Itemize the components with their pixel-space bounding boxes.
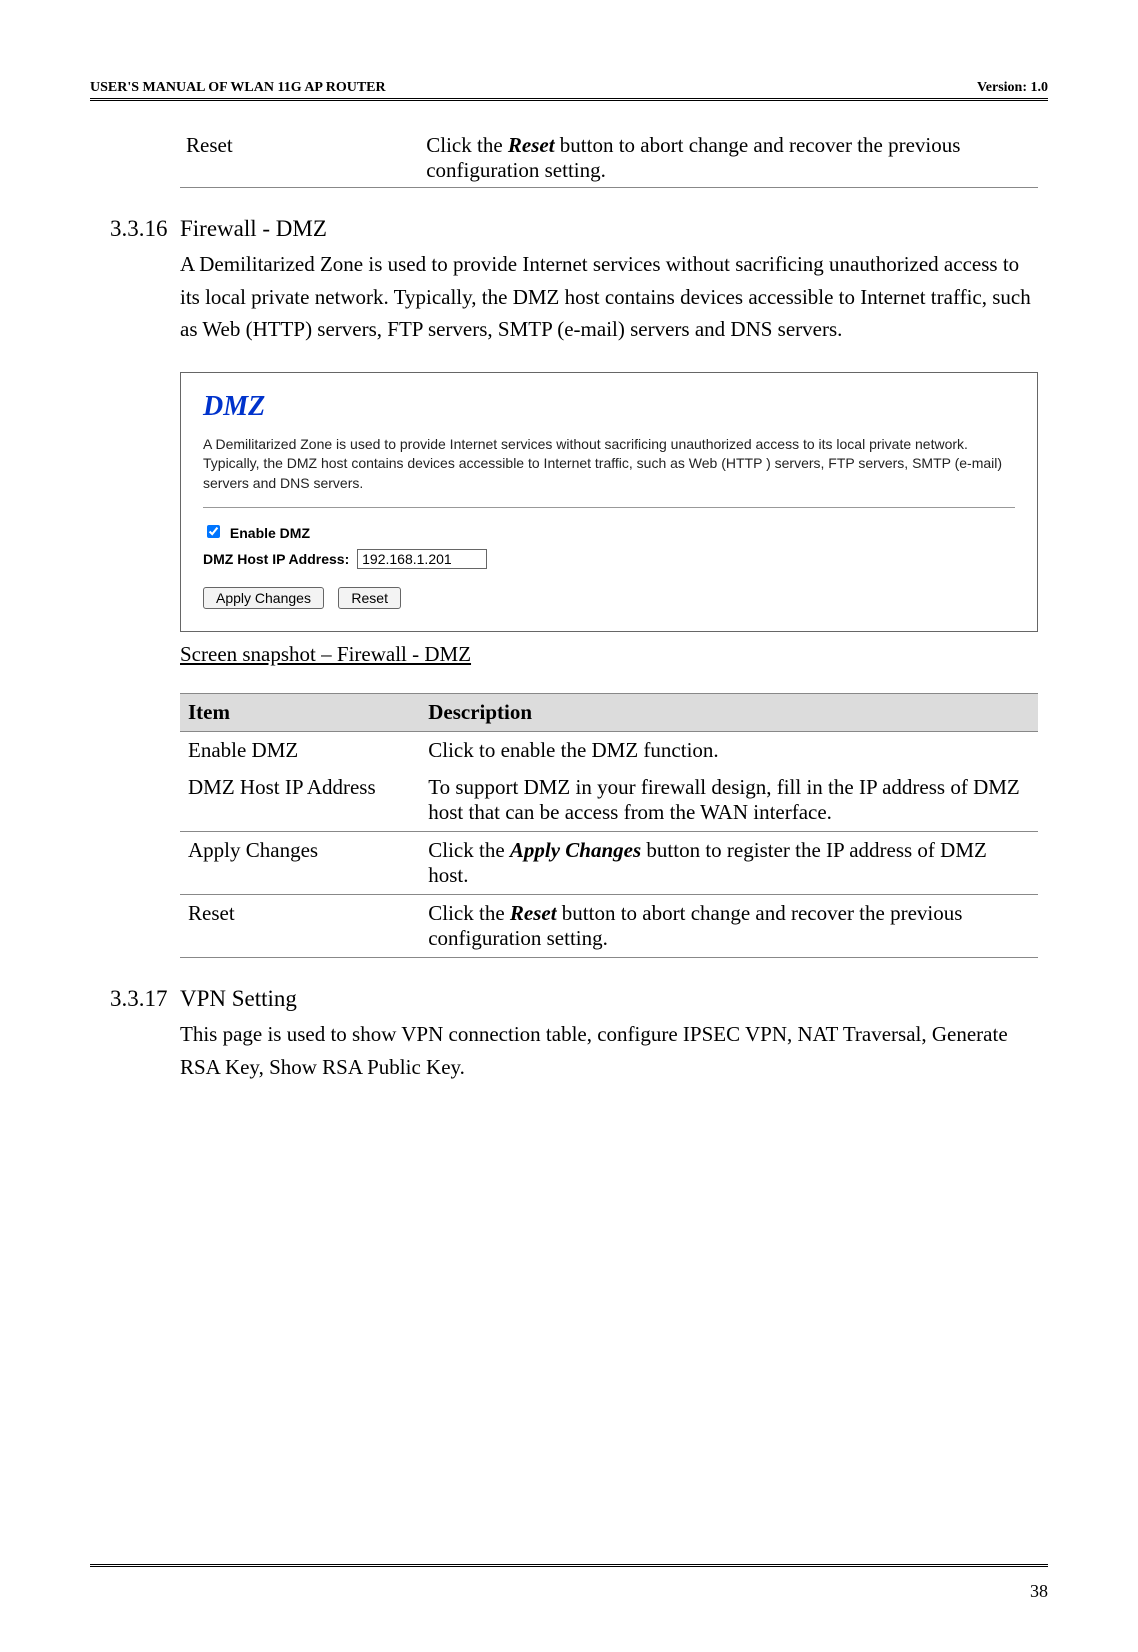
th-description: Description bbox=[420, 694, 1038, 732]
section-title: VPN Setting bbox=[180, 986, 297, 1011]
ip-label: DMZ Host IP Address: bbox=[203, 551, 349, 567]
description-table: Item Description Enable DMZ Click to ena… bbox=[180, 693, 1038, 958]
apply-changes-button[interactable]: Apply Changes bbox=[203, 587, 324, 609]
section-num: 3.3.16 bbox=[110, 216, 180, 242]
dmz-screenshot: DMZ A Demilitarized Zone is used to prov… bbox=[180, 372, 1038, 633]
reset-button[interactable]: Reset bbox=[338, 587, 401, 609]
header-left: USER'S MANUAL OF WLAN 11G AP ROUTER bbox=[90, 80, 386, 96]
page-number: 38 bbox=[1030, 1581, 1048, 1601]
screenshot-caption: Screen snapshot – Firewall - DMZ bbox=[180, 642, 1038, 667]
dmz-title: DMZ bbox=[203, 391, 1015, 423]
text: Click the bbox=[428, 838, 510, 862]
section-heading-vpn: 3.3.17VPN Setting bbox=[180, 986, 1038, 1012]
td-dmz-host-ip-desc: To support DMZ in your firewall design, … bbox=[420, 769, 1038, 832]
page-footer: 38 bbox=[90, 1564, 1048, 1602]
td-enable-dmz: Enable DMZ bbox=[180, 732, 420, 770]
text-bold: Reset bbox=[510, 901, 557, 925]
page-header: USER'S MANUAL OF WLAN 11G AP ROUTER Vers… bbox=[90, 80, 1048, 101]
text: Click the bbox=[426, 133, 508, 157]
th-item: Item bbox=[180, 694, 420, 732]
text: Click the bbox=[428, 901, 510, 925]
enable-dmz-checkbox[interactable] bbox=[207, 525, 220, 538]
td-reset-desc: Click the Reset button to abort change a… bbox=[420, 895, 1038, 958]
text-bold: Reset bbox=[508, 133, 555, 157]
cell-reset-label: Reset bbox=[180, 129, 420, 188]
td-enable-dmz-desc: Click to enable the DMZ function. bbox=[420, 732, 1038, 770]
reset-row-table: Reset Click the Reset button to abort ch… bbox=[180, 129, 1038, 188]
enable-dmz-label: Enable DMZ bbox=[230, 525, 310, 541]
td-apply-changes-desc: Click the Apply Changes button to regist… bbox=[420, 832, 1038, 895]
cell-reset-desc: Click the Reset button to abort change a… bbox=[420, 129, 1038, 188]
header-right: Version: 1.0 bbox=[977, 80, 1048, 96]
td-reset: Reset bbox=[180, 895, 420, 958]
section-body: This page is used to show VPN connection… bbox=[180, 1018, 1038, 1083]
section-num: 3.3.17 bbox=[110, 986, 180, 1012]
td-dmz-host-ip: DMZ Host IP Address bbox=[180, 769, 420, 832]
section-heading-firewall-dmz: 3.3.16Firewall - DMZ bbox=[180, 216, 1038, 242]
section-body: A Demilitarized Zone is used to provide … bbox=[180, 248, 1038, 346]
td-apply-changes: Apply Changes bbox=[180, 832, 420, 895]
ip-input[interactable] bbox=[357, 549, 487, 569]
section-title: Firewall - DMZ bbox=[180, 216, 327, 241]
text-bold: Apply Changes bbox=[510, 838, 641, 862]
dmz-desc: A Demilitarized Zone is used to provide … bbox=[203, 435, 1015, 509]
